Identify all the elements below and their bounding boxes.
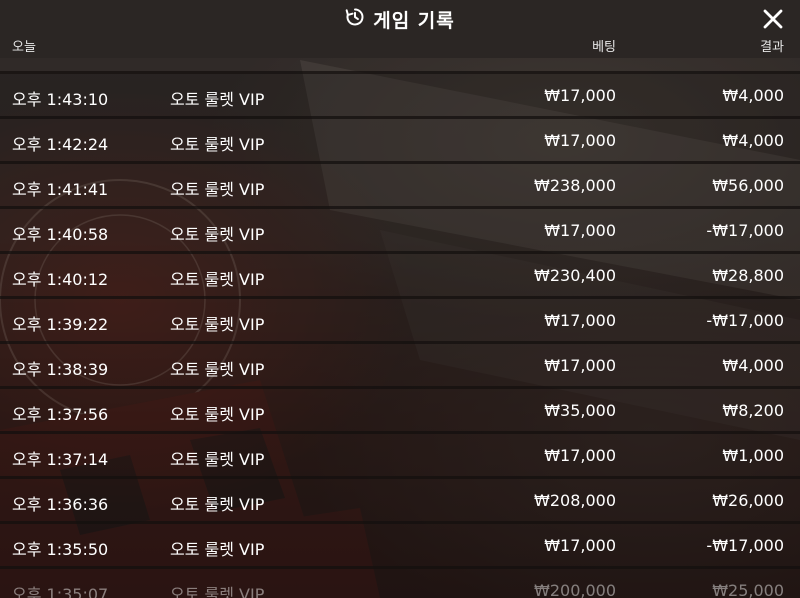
list-top-spacer xyxy=(0,58,800,74)
game-history-screen: 게임 기록 오늘 베팅 결과 오후 1:43:10 오토 룰렛 VIP ₩17,… xyxy=(0,0,800,598)
result-amount: -₩17,000 xyxy=(706,536,784,555)
close-button[interactable] xyxy=(758,4,788,34)
game-name: 오토 룰렛 VIP xyxy=(170,360,265,379)
result-amount: ₩26,000 xyxy=(712,491,784,510)
bet-amount: ₩230,400 xyxy=(534,266,616,285)
game-name: 오토 룰렛 VIP xyxy=(170,90,265,109)
bet-amount: ₩35,000 xyxy=(544,401,616,420)
result-amount: ₩1,000 xyxy=(722,446,784,465)
column-headers: 오늘 베팅 결과 xyxy=(0,36,800,58)
bet-amount: ₩208,000 xyxy=(534,491,616,510)
bet-amount: ₩238,000 xyxy=(534,176,616,195)
round-time: 오후 1:41:41 xyxy=(12,180,109,199)
title-group: 게임 기록 xyxy=(345,6,455,33)
round-time: 오후 1:36:36 xyxy=(12,495,109,514)
bet-amount: ₩17,000 xyxy=(544,536,616,555)
result-amount: -₩17,000 xyxy=(706,221,784,240)
history-row[interactable]: 오후 1:37:56 오토 룰렛 VIP ₩35,000 ₩8,200 xyxy=(0,389,800,434)
bet-column-header: 베팅 xyxy=(592,40,616,55)
round-time: 오후 1:39:22 xyxy=(12,315,109,334)
result-amount: -₩17,000 xyxy=(706,311,784,330)
history-row[interactable]: 오후 1:38:39 오토 룰렛 VIP ₩17,000 ₩4,000 xyxy=(0,344,800,389)
result-amount: ₩25,000 xyxy=(712,581,784,598)
round-time: 오후 1:38:39 xyxy=(12,360,109,379)
history-icon xyxy=(345,7,365,31)
history-row[interactable]: 오후 1:41:41 오토 룰렛 VIP ₩238,000 ₩56,000 xyxy=(0,164,800,209)
round-time: 오후 1:42:24 xyxy=(12,135,109,154)
game-name: 오토 룰렛 VIP xyxy=(170,180,265,199)
history-row[interactable]: 오후 1:42:24 오토 룰렛 VIP ₩17,000 ₩4,000 xyxy=(0,119,800,164)
result-amount: ₩4,000 xyxy=(722,86,784,105)
result-amount: ₩28,800 xyxy=(712,266,784,285)
history-row[interactable]: 오후 1:35:07 오토 룰렛 VIP ₩200,000 ₩25,000 xyxy=(0,569,800,598)
history-row[interactable]: 오후 1:36:36 오토 룰렛 VIP ₩208,000 ₩26,000 xyxy=(0,479,800,524)
bet-amount: ₩17,000 xyxy=(544,86,616,105)
game-name: 오토 룰렛 VIP xyxy=(170,495,265,514)
bet-amount: ₩17,000 xyxy=(544,311,616,330)
round-time: 오후 1:43:10 xyxy=(12,90,109,109)
round-time: 오후 1:37:56 xyxy=(12,405,109,424)
game-name: 오토 룰렛 VIP xyxy=(170,270,265,289)
history-list[interactable]: 오후 1:43:10 오토 룰렛 VIP ₩17,000 ₩4,000 오후 1… xyxy=(0,74,800,598)
result-amount: ₩4,000 xyxy=(722,131,784,150)
game-name: 오토 룰렛 VIP xyxy=(170,450,265,469)
result-amount: ₩56,000 xyxy=(712,176,784,195)
round-time: 오후 1:37:14 xyxy=(12,450,109,469)
round-time: 오후 1:35:50 xyxy=(12,540,109,559)
history-row[interactable]: 오후 1:40:12 오토 룰렛 VIP ₩230,400 ₩28,800 xyxy=(0,254,800,299)
result-amount: ₩8,200 xyxy=(722,401,784,420)
bet-amount: ₩17,000 xyxy=(544,446,616,465)
game-name: 오토 룰렛 VIP xyxy=(170,315,265,334)
history-row[interactable]: 오후 1:39:22 오토 룰렛 VIP ₩17,000 -₩17,000 xyxy=(0,299,800,344)
date-group-label: 오늘 xyxy=(12,40,36,55)
bet-amount: ₩200,000 xyxy=(534,581,616,598)
history-row[interactable]: 오후 1:37:14 오토 룰렛 VIP ₩17,000 ₩1,000 xyxy=(0,434,800,479)
round-time: 오후 1:40:12 xyxy=(12,270,109,289)
history-row[interactable]: 오후 1:43:10 오토 룰렛 VIP ₩17,000 ₩4,000 xyxy=(0,74,800,119)
history-row[interactable]: 오후 1:35:50 오토 룰렛 VIP ₩17,000 -₩17,000 xyxy=(0,524,800,569)
result-column-header: 결과 xyxy=(760,40,784,55)
result-amount: ₩4,000 xyxy=(722,356,784,375)
game-name: 오토 룰렛 VIP xyxy=(170,135,265,154)
bet-amount: ₩17,000 xyxy=(544,356,616,375)
page-title: 게임 기록 xyxy=(373,9,455,32)
history-row[interactable]: 오후 1:40:58 오토 룰렛 VIP ₩17,000 -₩17,000 xyxy=(0,209,800,254)
bet-amount: ₩17,000 xyxy=(544,131,616,150)
bet-amount: ₩17,000 xyxy=(544,221,616,240)
round-time: 오후 1:35:07 xyxy=(12,585,109,598)
round-time: 오후 1:40:58 xyxy=(12,225,109,244)
header-bar: 게임 기록 xyxy=(0,0,800,38)
game-name: 오토 룰렛 VIP xyxy=(170,585,265,598)
close-icon xyxy=(763,9,783,29)
game-name: 오토 룰렛 VIP xyxy=(170,405,265,424)
game-name: 오토 룰렛 VIP xyxy=(170,225,265,244)
game-name: 오토 룰렛 VIP xyxy=(170,540,265,559)
